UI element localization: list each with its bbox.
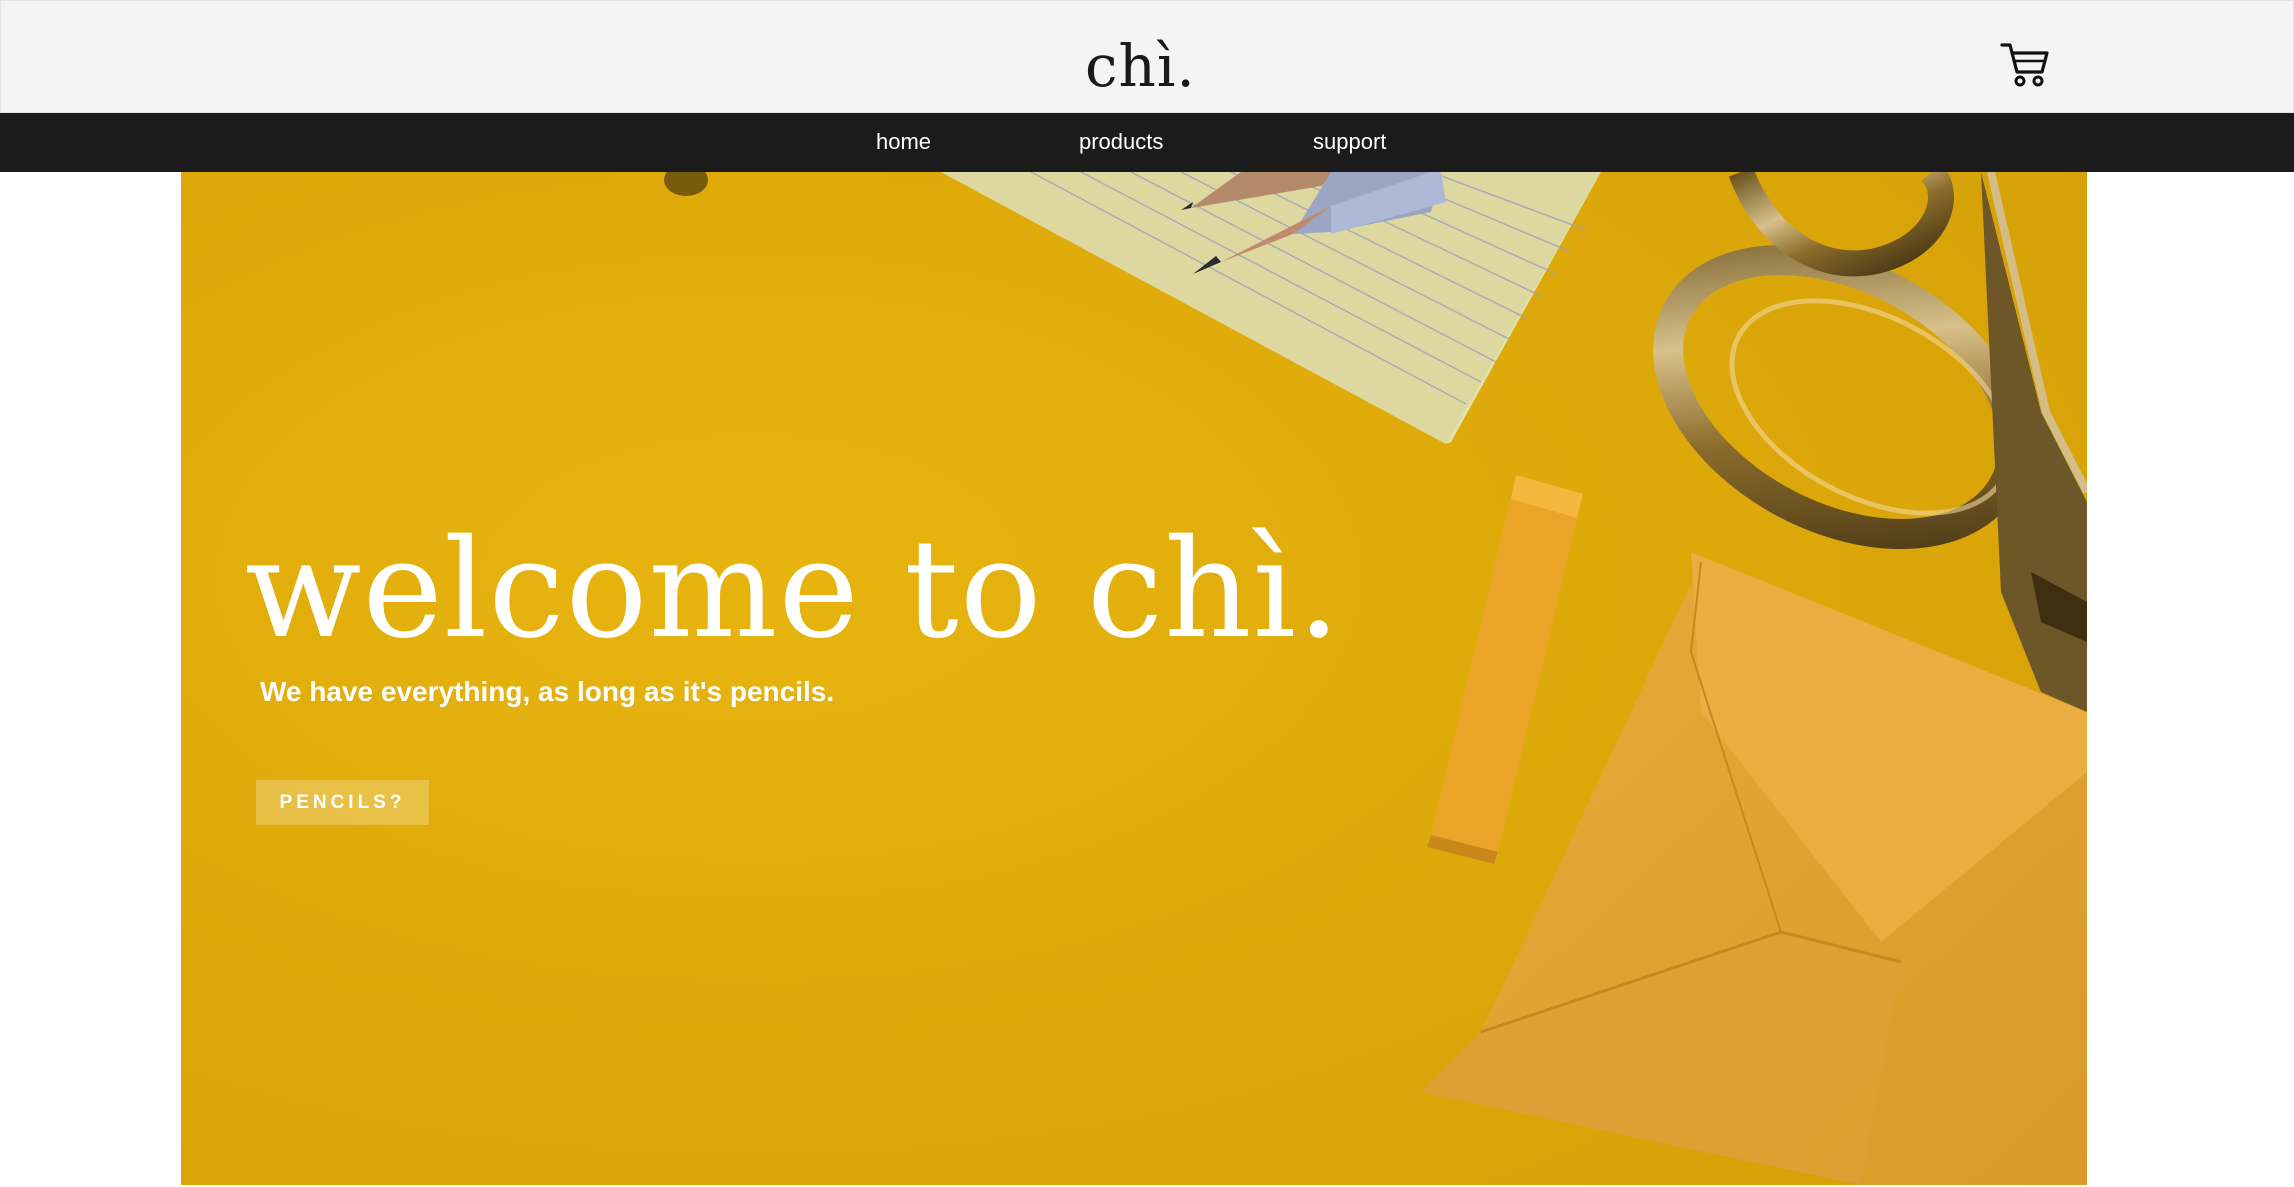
- site-logo[interactable]: chì.: [1085, 25, 1196, 107]
- top-header: chì.: [0, 0, 2294, 113]
- nav-item-home[interactable]: home: [876, 113, 931, 172]
- nav-item-products[interactable]: products: [1079, 113, 1163, 172]
- hero-subtitle: We have everything, as long as it's penc…: [260, 676, 835, 707]
- hero-banner: welcome to chì. We have everything, as l…: [181, 172, 2087, 1185]
- main-nav: home products support: [0, 113, 2294, 172]
- hero-title: welcome to chì.: [245, 511, 1342, 669]
- nav-item-support[interactable]: support: [1313, 113, 1386, 172]
- shopping-cart-icon[interactable]: [1999, 39, 2051, 89]
- pencils-button[interactable]: PENCILS?: [256, 780, 429, 825]
